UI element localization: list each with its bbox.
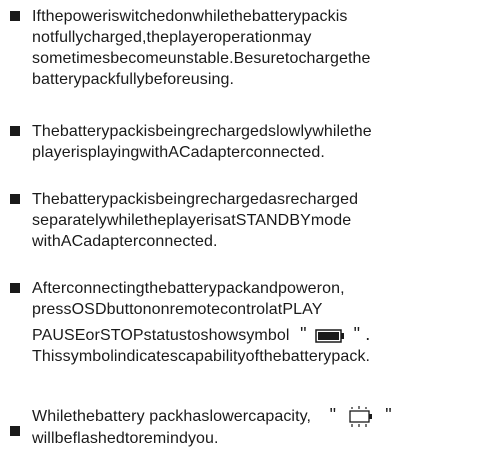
text-line: separatelywhiletheplayerisatSTANDBYmode [32,212,352,229]
text-line: willbeflashedtoremindyou. [32,429,219,447]
text-line: Thissymbolindicatescapabilityofthebatter… [32,348,371,365]
quote-close: " . [353,324,371,344]
text-line: sometimesbecomeunstable.Besuretochargeth… [32,50,371,67]
text-segment: Whilethebattery packhaslowercapacity, [32,408,312,425]
item-text: Ifthepoweriswitchedonwhilethebatterypack… [32,6,492,90]
bullet-square-icon [10,283,20,293]
text-line: withACadapterconnected. [32,233,218,250]
text-line: Thebatterypackisbeingrechargedasrecharge… [32,191,359,208]
text-line: notfullycharged,theplayeroperationmay [32,29,312,46]
bullet-square-icon [10,11,20,21]
text-line: Ifthepoweriswitchedonwhilethebatterypack… [32,8,348,25]
text-line: playerisplayingwithACadapterconnected. [32,144,325,161]
quote-open: " [329,405,337,425]
item-text: Afterconnectingthebatterypackandpoweron,… [32,278,492,367]
item-text: Thebatterypackisbeingrechargedasrecharge… [32,189,492,252]
battery-full-icon [315,329,345,343]
text-line: PAUSEorSTOPstatustoshowsymbol " " . [32,324,492,346]
item-text: Thebatterypackisbeingrechargedslowlywhil… [32,121,492,163]
text-segment: PAUSEorSTOPstatustoshowsymbol [32,327,290,344]
quote-close: " [385,405,392,425]
text-line: Afterconnectingthebatterypackandpoweron, [32,280,345,297]
bullet-square-icon [10,126,20,136]
quote-open: " [300,324,307,344]
text-line: pressOSDbuttononremotecontrolatPLAY [32,301,323,318]
battery-empty-flashing-icon [349,405,372,427]
item-text: Whilethebattery packhaslowercapacity, " … [32,405,492,449]
bullet-square-icon [10,426,20,436]
text-line: Thebatterypackisbeingrechargedslowlywhil… [32,123,372,140]
manual-page: Ifthepoweriswitchedonwhilethebatterypack… [0,0,495,451]
text-line: batterypackfullybeforeusing. [32,71,235,88]
text-line: Whilethebattery packhaslowercapacity, " … [32,405,492,428]
bullet-square-icon [10,194,20,204]
